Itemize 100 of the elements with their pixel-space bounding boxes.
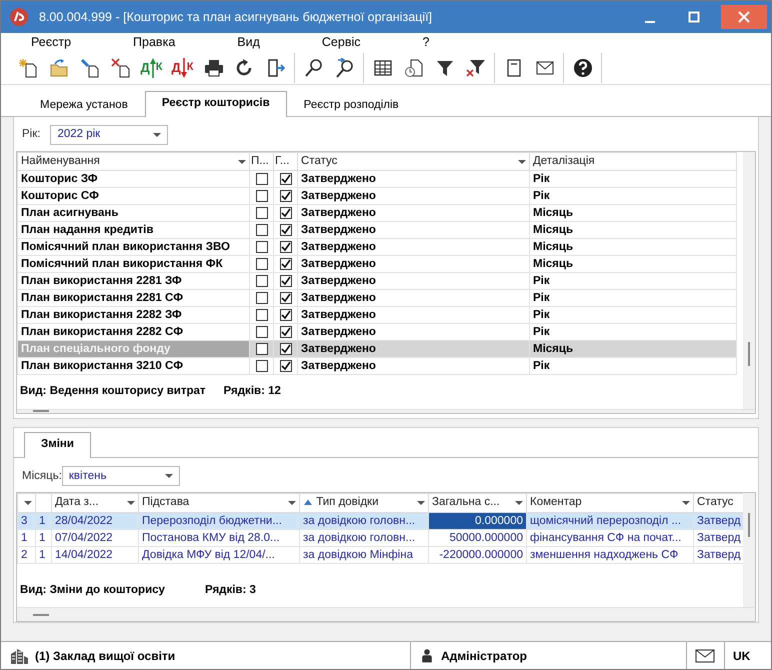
close-button[interactable] — [721, 5, 767, 29]
column-header[interactable]: Деталізація — [530, 152, 736, 171]
table-cell: Рік — [530, 170, 736, 188]
checkbox[interactable] — [256, 343, 268, 356]
table-cell: 2 — [18, 546, 36, 563]
checkbox[interactable] — [280, 360, 292, 372]
checkbox[interactable] — [280, 224, 292, 236]
checkbox[interactable] — [280, 343, 292, 356]
checkbox[interactable] — [256, 224, 268, 236]
checkbox[interactable] — [280, 173, 292, 186]
horizontal-scrollbar[interactable] — [17, 607, 755, 621]
column-header[interactable]: Тип довідки — [300, 494, 428, 512]
table-cell: Рік — [530, 290, 736, 307]
tab[interactable]: Мережа установ — [23, 92, 145, 117]
checkbox[interactable] — [256, 275, 268, 288]
column-header[interactable]: Г... — [274, 152, 298, 171]
filter-arrow-icon[interactable] — [515, 500, 523, 505]
table-cell: Затверджено — [298, 272, 530, 290]
checkbox[interactable] — [280, 309, 292, 322]
year-dropdown[interactable]: 2022 рік — [50, 125, 168, 145]
checkbox[interactable] — [280, 275, 292, 288]
clock-document-icon[interactable] — [404, 58, 424, 78]
user-icon — [419, 648, 435, 664]
help-icon[interactable] — [572, 58, 592, 78]
checkbox[interactable] — [256, 360, 268, 372]
table-cell: 3 — [18, 512, 36, 529]
checkbox[interactable] — [256, 241, 268, 254]
checkbox[interactable] — [280, 241, 292, 254]
checkbox[interactable] — [280, 326, 292, 338]
table-cell: зменшення надходжень СФ — [526, 546, 694, 563]
tab[interactable]: Реєстр кошторисів — [144, 90, 287, 117]
checkbox[interactable] — [256, 292, 268, 304]
app-logo-icon — [9, 7, 29, 27]
table-cell: План використання 2281 СФ — [18, 290, 250, 307]
vertical-scrollbar[interactable] — [743, 493, 755, 607]
filter-arrow-icon[interactable] — [24, 500, 32, 505]
debit-credit-down-button[interactable]: Д К — [167, 54, 198, 82]
checkbox[interactable] — [280, 258, 292, 270]
checkbox[interactable] — [256, 258, 268, 270]
language-indicator[interactable]: UK — [733, 646, 750, 664]
column-header[interactable] — [18, 494, 36, 512]
column-header[interactable]: Статус — [694, 494, 743, 512]
column-header[interactable]: Підстава — [138, 494, 300, 512]
search-icon[interactable] — [304, 58, 324, 78]
menu-item[interactable]: Сервіс — [322, 32, 361, 52]
caret-icon — [153, 133, 162, 137]
clear-filter-icon[interactable] — [466, 58, 486, 78]
table-cell: Рік — [530, 188, 736, 205]
horizontal-scrollbar[interactable] — [17, 408, 755, 413]
menu-item[interactable]: Вид — [237, 32, 260, 52]
filter-arrow-icon[interactable] — [518, 160, 526, 164]
table-cell: за довідкою головн... — [300, 512, 428, 529]
checkbox[interactable] — [280, 292, 292, 304]
search-next-icon[interactable] — [334, 58, 354, 78]
user-label: Адміністратор — [441, 648, 528, 664]
debit-credit-up-button[interactable]: Д К — [136, 54, 167, 82]
column-header[interactable]: Коментар — [526, 494, 694, 512]
filter-arrow-icon[interactable] — [127, 500, 135, 505]
checkbox[interactable] — [256, 173, 268, 186]
table-cell: Постанова КМУ від 28.0... — [138, 529, 300, 546]
checkbox[interactable] — [256, 309, 268, 322]
checkbox[interactable] — [280, 207, 292, 220]
edit-document-icon[interactable] — [80, 58, 100, 78]
column-header[interactable]: Загальна с... — [428, 494, 526, 512]
column-header[interactable]: П... — [250, 152, 274, 171]
table-cell: Місяць — [530, 238, 736, 256]
menu-item[interactable]: Правка — [133, 32, 176, 52]
table-cell: Затверджено — [298, 204, 530, 222]
checkbox[interactable] — [256, 190, 268, 202]
tab[interactable]: Реєстр розподілів — [286, 92, 416, 117]
filter-arrow-icon[interactable] — [288, 500, 296, 505]
table-cell: План використання 3210 СФ — [18, 358, 250, 375]
table-cell: Затверджено — [298, 188, 530, 205]
filter-arrow-icon[interactable] — [417, 500, 425, 505]
tab[interactable]: Зміни — [24, 432, 91, 458]
table-cell: Кошторис ЗФ — [18, 170, 250, 188]
month-dropdown[interactable]: квітень — [62, 466, 180, 486]
table-cell: Затверд — [694, 512, 743, 529]
column-header[interactable]: Найменування — [18, 152, 250, 171]
folder-icon[interactable] — [48, 58, 68, 78]
checkbox[interactable] — [256, 207, 268, 220]
checkbox[interactable] — [256, 326, 268, 338]
menu-item[interactable]: ? — [422, 32, 430, 52]
checkbox[interactable] — [280, 190, 292, 202]
filter-arrow-icon[interactable] — [238, 160, 246, 164]
row-count: Рядків: 3 — [204, 582, 256, 598]
column-header[interactable]: Статус — [298, 152, 530, 171]
arrow-up-icon — [150, 58, 156, 78]
column-header[interactable]: Дата з... — [52, 494, 138, 512]
delete-document-icon[interactable] — [110, 58, 130, 78]
filter-arrow-icon[interactable] — [682, 500, 690, 505]
table-icon[interactable] — [372, 58, 392, 78]
table-cell: за довідкою головн... — [300, 529, 428, 546]
printer-icon[interactable] — [204, 58, 224, 78]
vertical-scrollbar[interactable] — [743, 152, 755, 408]
exit-door-icon[interactable] — [266, 58, 286, 78]
menu-item[interactable]: Реєстр — [31, 32, 72, 52]
new-document-icon[interactable] — [18, 58, 38, 78]
table-cell: фінансування СФ на почат... — [526, 529, 694, 546]
table-cell: Довідка МФУ від 12/04/... — [138, 546, 300, 563]
